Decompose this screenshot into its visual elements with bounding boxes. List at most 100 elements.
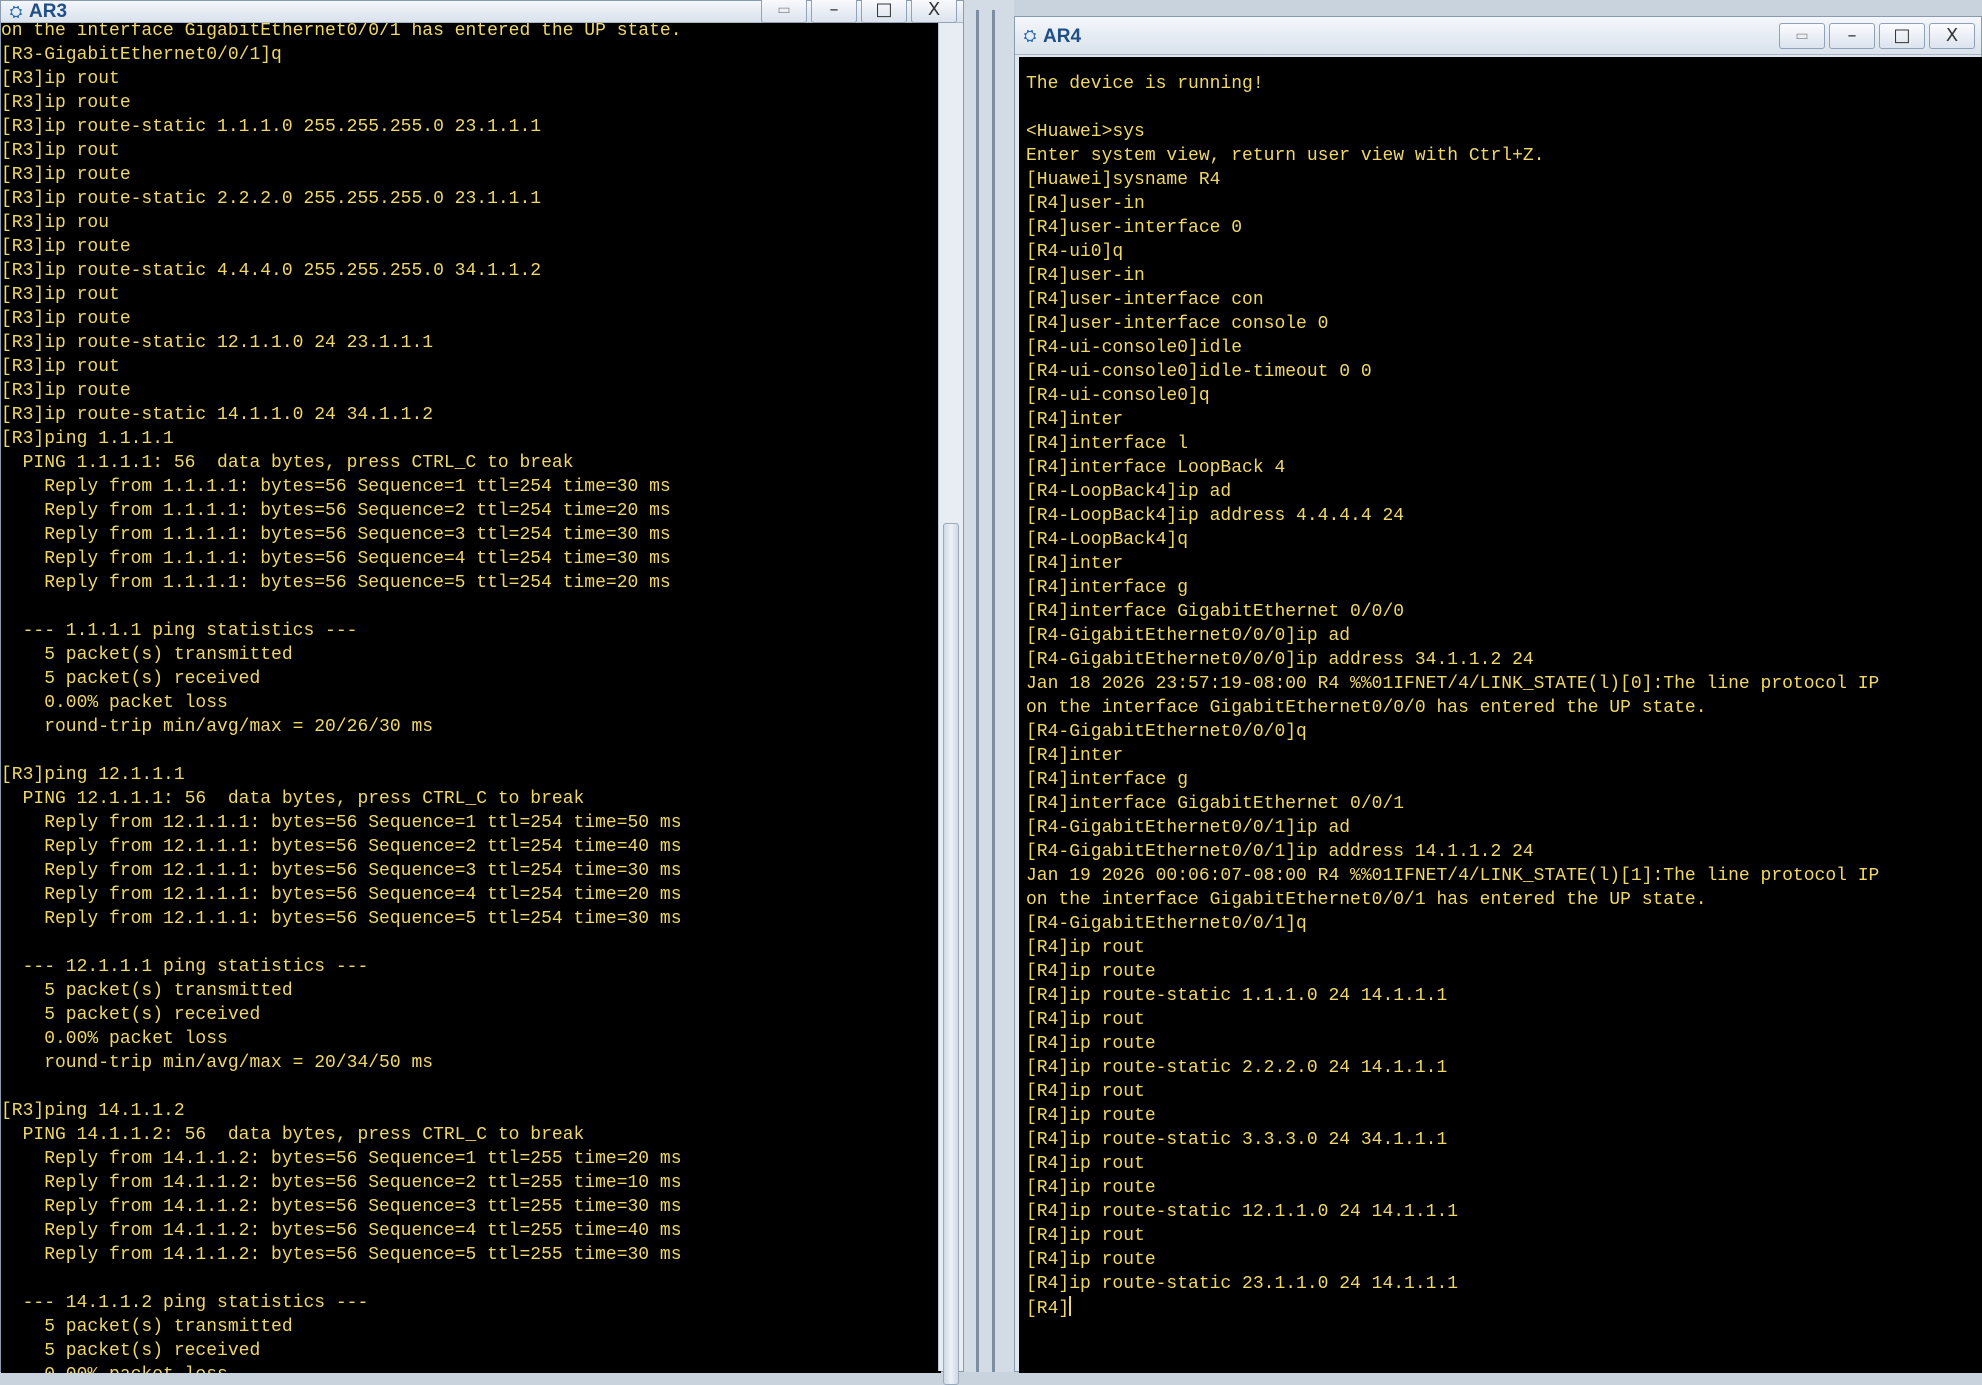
maximize-button[interactable]: □ bbox=[861, 0, 907, 23]
terminal-line: [R3]ip route bbox=[1, 165, 131, 185]
terminal-line: Reply from 1.1.1.1: bytes=56 Sequence=3 … bbox=[1, 525, 671, 545]
terminal-line: [R3]ip rout bbox=[1, 285, 120, 305]
terminal-line: --- 14.1.1.2 ping statistics --- bbox=[1, 1293, 369, 1313]
terminal-line: [R4]user-interface con bbox=[1026, 290, 1264, 310]
ar4-titlebar[interactable]: ⛭ AR4 ▭ – □ X bbox=[1015, 17, 1981, 55]
terminal-line: [R4]user-interface 0 bbox=[1026, 218, 1243, 238]
terminal-line: [R4-LoopBack4]ip address 4.4.4.4 24 bbox=[1026, 506, 1405, 526]
terminal-line: [R3]ping 14.1.1.2 bbox=[1, 1101, 185, 1121]
terminal-prompt: [R4] bbox=[1026, 1299, 1070, 1319]
ar4-window: ⛭ AR4 ▭ – □ X The device is running! <Hua… bbox=[1014, 16, 1982, 1373]
terminal-line: 5 packet(s) transmitted bbox=[1, 645, 293, 665]
minimize-button[interactable]: – bbox=[1829, 23, 1875, 49]
terminal-line: [R4]ip rout bbox=[1026, 1154, 1145, 1174]
ar4-terminal[interactable]: The device is running! <Huawei>sys Enter s… bbox=[1019, 57, 1982, 1373]
close-button[interactable]: X bbox=[911, 0, 957, 23]
terminal-line: Reply from 12.1.1.1: bytes=56 Sequence=4… bbox=[1, 885, 682, 905]
terminal-line: [R4-GigabitEthernet0/0/0]q bbox=[1026, 722, 1307, 742]
ar3-titlebar[interactable]: ⛭ AR3 ▭ – □ X bbox=[1, 0, 963, 23]
terminal-line: [R3]ping 1.1.1.1 bbox=[1, 429, 174, 449]
terminal-line: [R4-GigabitEthernet0/0/1]ip address 14.1… bbox=[1026, 842, 1534, 862]
terminal-line: [R3]ip route-static 1.1.1.0 255.255.255.… bbox=[1, 117, 542, 137]
terminal-line: on the interface GigabitEthernet0/0/1 ha… bbox=[1, 23, 682, 41]
terminal-line: 5 packet(s) received bbox=[1, 669, 261, 689]
terminal-line: Jan 18 2026 23:57:19-08:00 R4 %%01IFNET/… bbox=[1026, 674, 1880, 694]
terminal-line: [R3]ip rout bbox=[1, 69, 120, 89]
terminal-line: Reply from 1.1.1.1: bytes=56 Sequence=5 … bbox=[1, 573, 671, 593]
terminal-line: [R4]ip route bbox=[1026, 1034, 1156, 1054]
window-controls: ▭ – □ X bbox=[1779, 23, 1975, 49]
window-gap bbox=[964, 0, 1014, 1372]
maximize-button[interactable]: □ bbox=[1879, 23, 1925, 49]
terminal-line: [R4]interface g bbox=[1026, 770, 1189, 790]
terminal-line: [R4]ip route bbox=[1026, 1178, 1156, 1198]
divider bbox=[992, 10, 995, 1372]
terminal-line: [R4]interface GigabitEthernet 0/0/1 bbox=[1026, 794, 1405, 814]
terminal-line: Reply from 12.1.1.1: bytes=56 Sequence=3… bbox=[1, 861, 682, 881]
minimize-button[interactable]: – bbox=[811, 0, 857, 23]
close-button[interactable]: X bbox=[1929, 23, 1975, 49]
terminal-line: Reply from 14.1.1.2: bytes=56 Sequence=1… bbox=[1, 1149, 682, 1169]
terminal-prompt-line: [R4] bbox=[1026, 1296, 1982, 1320]
restore-icon[interactable]: ▭ bbox=[761, 0, 807, 23]
terminal-line: 5 packet(s) received bbox=[1, 1341, 261, 1361]
terminal-line: Jan 19 2026 00:06:07-08:00 R4 %%01IFNET/… bbox=[1026, 866, 1880, 886]
terminal-line: round-trip min/avg/max = 20/26/30 ms bbox=[1, 717, 434, 737]
terminal-line: 0.00% packet loss bbox=[1, 1029, 228, 1049]
ar3-window: ⛭ AR3 ▭ – □ X on the interface GigabitEt… bbox=[0, 0, 964, 1385]
terminal-output: on the interface GigabitEthernet0/0/1 ha… bbox=[1, 23, 941, 1373]
terminal-line: [R3]ip route bbox=[1, 237, 131, 257]
terminal-line: [R4]inter bbox=[1026, 746, 1124, 766]
terminal-line: [R3]ip route-static 12.1.1.0 24 23.1.1.1 bbox=[1, 333, 434, 353]
terminal-line: [R4]interface GigabitEthernet 0/0/0 bbox=[1026, 602, 1405, 622]
ar3-terminal[interactable]: on the interface GigabitEthernet0/0/1 ha… bbox=[1, 23, 941, 1373]
ar3-scrollbar[interactable] bbox=[938, 23, 963, 1385]
terminal-line: Reply from 14.1.1.2: bytes=56 Sequence=3… bbox=[1, 1197, 682, 1217]
terminal-line: [R4-GigabitEthernet0/0/1]ip ad bbox=[1026, 818, 1351, 838]
terminal-line: on the interface GigabitEthernet0/0/0 ha… bbox=[1026, 698, 1707, 718]
terminal-line: [R3]ip route-static 14.1.1.0 24 34.1.1.2 bbox=[1, 405, 434, 425]
restore-icon[interactable]: ▭ bbox=[1779, 23, 1825, 49]
terminal-line: [R4]ip route-static 1.1.1.0 24 14.1.1.1 bbox=[1026, 986, 1448, 1006]
terminal-line: [R3]ip route bbox=[1, 309, 131, 329]
terminal-line: [R4]ip rout bbox=[1026, 1226, 1145, 1246]
terminal-line: [R4-ui-console0]idle bbox=[1026, 338, 1243, 358]
terminal-line: <Huawei>sys bbox=[1026, 122, 1145, 142]
terminal-line: 5 packet(s) transmitted bbox=[1, 1317, 293, 1337]
terminal-line: Reply from 1.1.1.1: bytes=56 Sequence=1 … bbox=[1, 477, 671, 497]
terminal-line: PING 14.1.1.2: 56 data bytes, press CTRL… bbox=[1, 1125, 585, 1145]
terminal-line: --- 1.1.1.1 ping statistics --- bbox=[1, 621, 358, 641]
window-controls: ▭ – □ X bbox=[761, 0, 957, 23]
terminal-line: [R4]interface LoopBack 4 bbox=[1026, 458, 1286, 478]
terminal-line: [R4]ip route bbox=[1026, 962, 1156, 982]
terminal-line: [R4-GigabitEthernet0/0/0]ip ad bbox=[1026, 626, 1351, 646]
terminal-line: [R4]interface g bbox=[1026, 578, 1189, 598]
terminal-line: Reply from 14.1.1.2: bytes=56 Sequence=5… bbox=[1, 1245, 682, 1265]
terminal-line: [R4-ui0]q bbox=[1026, 242, 1124, 262]
terminal-line: [R4-LoopBack4]q bbox=[1026, 530, 1189, 550]
terminal-line: [R4]ip route-static 12.1.1.0 24 14.1.1.1 bbox=[1026, 1202, 1459, 1222]
terminal-line: [R4]user-in bbox=[1026, 194, 1145, 214]
terminal-line: [R4]ip rout bbox=[1026, 1082, 1145, 1102]
terminal-line: [R3]ip route bbox=[1, 93, 131, 113]
terminal-line: Reply from 14.1.1.2: bytes=56 Sequence=2… bbox=[1, 1173, 682, 1193]
terminal-line: [R4]ip route-static 2.2.2.0 24 14.1.1.1 bbox=[1026, 1058, 1448, 1078]
terminal-line: PING 12.1.1.1: 56 data bytes, press CTRL… bbox=[1, 789, 585, 809]
terminal-line: Reply from 1.1.1.1: bytes=56 Sequence=2 … bbox=[1, 501, 671, 521]
terminal-line: [R3]ip rou bbox=[1, 213, 110, 233]
terminal-line: [R4]interface l bbox=[1026, 434, 1189, 454]
terminal-line: round-trip min/avg/max = 20/34/50 ms bbox=[1, 1053, 434, 1073]
scrollbar-thumb[interactable] bbox=[943, 523, 959, 1385]
terminal-line: [R4-ui-console0]q bbox=[1026, 386, 1210, 406]
terminal-line: [R4-LoopBack4]ip ad bbox=[1026, 482, 1232, 502]
terminal-line: Reply from 1.1.1.1: bytes=56 Sequence=4 … bbox=[1, 549, 671, 569]
router-app-icon: ⛭ bbox=[1023, 26, 1037, 45]
terminal-line: Reply from 12.1.1.1: bytes=56 Sequence=5… bbox=[1, 909, 682, 929]
terminal-line: [R4]ip rout bbox=[1026, 1010, 1145, 1030]
terminal-line: Enter system view, return user view with… bbox=[1026, 146, 1545, 166]
terminal-line: [R3]ip rout bbox=[1, 141, 120, 161]
